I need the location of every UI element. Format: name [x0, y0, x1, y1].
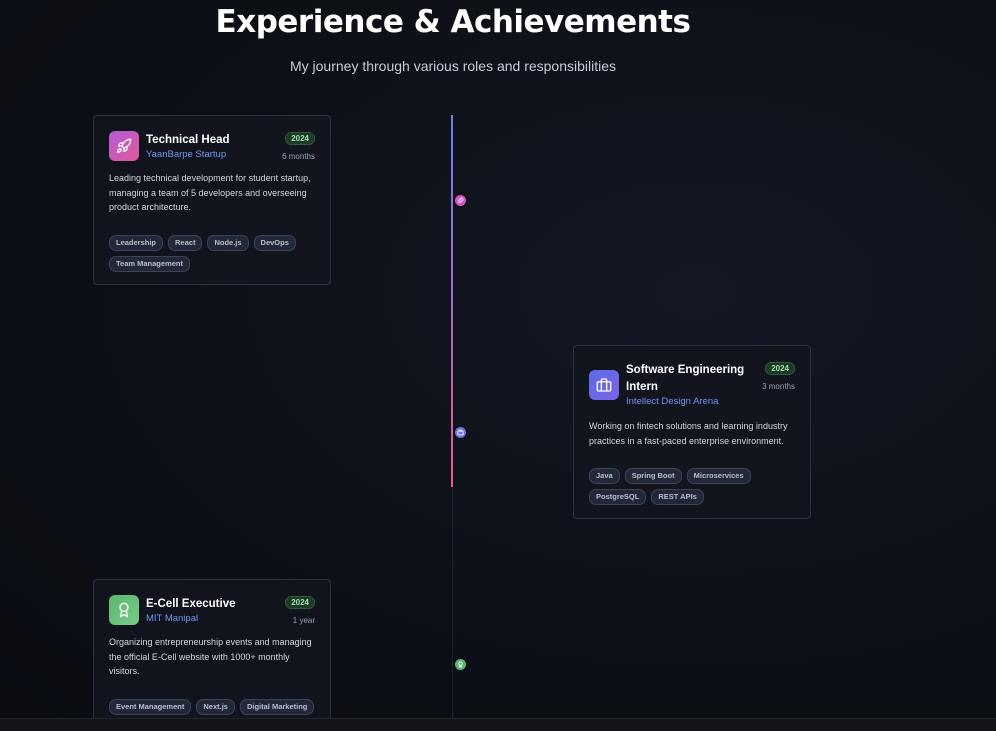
- award-icon: [109, 595, 139, 625]
- timeline-progress: [451, 115, 453, 487]
- year-badge: 2024: [765, 362, 795, 375]
- experience-company: YaanBarpe Startup: [146, 149, 227, 160]
- skill-tag: Leadership: [109, 235, 164, 251]
- experience-company: MIT Manipal: [146, 613, 199, 624]
- skill-tags: Leadership React Node.js DevOps Team Man…: [109, 235, 324, 272]
- experience-card: E-Cell Executive MIT Manipal 2024 1 year…: [93, 579, 331, 729]
- skill-tag: REST APIs: [651, 489, 704, 505]
- page-title: Experience & Achievements: [215, 4, 691, 40]
- timeline-dot-award-icon: [455, 659, 466, 670]
- skill-tag: Event Management: [109, 699, 192, 715]
- experience-description: Organizing entrepreneurship events and m…: [109, 637, 312, 676]
- skill-tags: Event Management Next.js Digital Marketi…: [109, 699, 324, 715]
- skill-tag: Digital Marketing: [239, 699, 315, 715]
- skill-tag: Spring Boot: [624, 468, 682, 484]
- experience-card: Software Engineering Intern Intellect De…: [573, 345, 811, 519]
- year-badge: 2024: [285, 596, 315, 609]
- bottom-bar: [0, 718, 996, 731]
- page-subtitle: My journey through various roles and res…: [289, 58, 617, 74]
- experience-card: Technical Head YaanBarpe Startup 2024 6 …: [93, 115, 331, 285]
- year-badge: 2024: [285, 132, 315, 145]
- experience-description: Leading technical development for studen…: [109, 173, 311, 212]
- skill-tag: React: [168, 235, 203, 251]
- experience-description: Working on fintech solutions and learnin…: [589, 421, 788, 446]
- skill-tag: Next.js: [196, 699, 235, 715]
- skill-tag: DevOps: [253, 235, 296, 251]
- skill-tag: Node.js: [207, 235, 249, 251]
- skill-tags: Java Spring Boot Microservices PostgreSQ…: [589, 468, 804, 505]
- skill-tag: Microservices: [686, 468, 751, 484]
- rocket-icon: [109, 131, 139, 161]
- briefcase-icon: [589, 370, 619, 400]
- experience-duration: 6 months: [282, 152, 315, 161]
- experience-role: Technical Head: [146, 134, 230, 146]
- experience-duration: 3 months: [762, 382, 795, 391]
- experience-duration: 1 year: [292, 616, 315, 625]
- experience-company: Intellect Design Arena: [626, 396, 719, 407]
- skill-tag: Java: [589, 468, 620, 484]
- experience-role: Software Engineering Intern: [626, 364, 745, 393]
- timeline-dot-rocket-icon: [455, 195, 466, 206]
- timeline-dot-briefcase-icon: [455, 427, 466, 438]
- experience-role: E-Cell Executive: [146, 598, 236, 610]
- skill-tag: PostgreSQL: [589, 489, 647, 505]
- skill-tag: Team Management: [109, 256, 190, 272]
